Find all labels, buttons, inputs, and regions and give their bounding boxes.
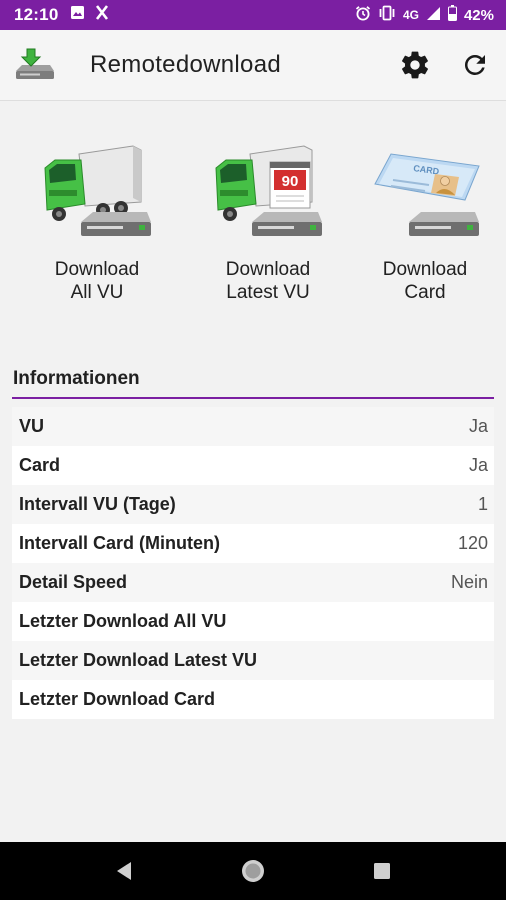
truck-calendar-download-icon: 90 xyxy=(215,145,322,236)
signal-icon xyxy=(426,6,441,25)
info-label: Letzter Download Card xyxy=(19,689,216,709)
status-bar: 12:10 4G 42% xyxy=(0,0,506,30)
settings-icon[interactable] xyxy=(398,48,432,82)
card-download-icon: CARD xyxy=(374,153,480,236)
info-row-vu: VU Ja xyxy=(12,407,494,446)
battery-icon xyxy=(447,5,457,25)
network-type: 4G xyxy=(402,8,419,22)
recents-icon[interactable] xyxy=(362,851,402,891)
info-row-detail-speed: Detail Speed Nein xyxy=(12,563,494,602)
info-label: Letzter Download Latest VU xyxy=(19,650,258,670)
status-time: 12:10 xyxy=(14,5,59,24)
calendar-badge: 90 xyxy=(282,173,299,190)
info-label: Intervall Card (Minuten) xyxy=(19,533,221,553)
app-logo-icon xyxy=(12,45,56,85)
info-divider xyxy=(12,397,494,399)
download-card-button[interactable]: CARD Download Card xyxy=(350,140,500,304)
info-row-card: Card Ja xyxy=(12,446,494,485)
tile-label-line1: Download xyxy=(382,259,468,280)
info-value: Ja xyxy=(468,416,488,436)
x-icon xyxy=(95,5,109,25)
info-label: Detail Speed xyxy=(19,572,128,592)
battery-percent: 42% xyxy=(463,6,494,24)
tile-label-line1: Download xyxy=(225,259,311,280)
truck-download-icon xyxy=(44,145,151,236)
info-row-last-card: Letzter Download Card xyxy=(12,680,494,719)
info-label: Intervall VU (Tage) xyxy=(19,494,176,514)
info-row-last-all-vu: Letzter Download All VU xyxy=(12,602,494,641)
info-value: 1 xyxy=(477,494,488,514)
tile-label-line1: Download xyxy=(54,259,140,280)
info-row-last-latest-vu: Letzter Download Latest VU xyxy=(12,641,494,680)
tile-label-line2: All VU xyxy=(70,282,124,303)
info-label: VU xyxy=(19,416,45,436)
info-value: 120 xyxy=(457,533,488,553)
tile-label: Download All VU xyxy=(22,258,172,304)
info-value: Ja xyxy=(468,455,488,475)
app-bar: Remotedownload xyxy=(0,30,506,101)
alarm-icon xyxy=(355,5,371,25)
info-row-intervall-card: Intervall Card (Minuten) 120 xyxy=(12,524,494,563)
tile-label-line2: Latest VU xyxy=(226,282,310,303)
tile-label-line2: Card xyxy=(404,282,446,303)
tile-label: Download Latest VU xyxy=(193,258,343,304)
info-list: VU Ja Card Ja Intervall VU (Tage) 1 Inte… xyxy=(12,407,494,719)
download-all-vu-button[interactable]: Download All VU xyxy=(22,140,172,304)
tile-label: Download Card xyxy=(350,258,500,304)
download-latest-vu-button[interactable]: 90 Download Latest VU xyxy=(193,140,343,304)
info-value: Nein xyxy=(450,572,488,592)
vibrate-icon xyxy=(378,5,396,25)
refresh-icon[interactable] xyxy=(458,48,492,82)
back-icon[interactable] xyxy=(104,851,144,891)
info-section-title: Informationen xyxy=(13,368,140,389)
home-icon[interactable] xyxy=(233,851,273,891)
info-label: Letzter Download All VU xyxy=(19,611,227,631)
info-label: Card xyxy=(19,455,61,475)
image-icon xyxy=(70,5,85,25)
info-row-intervall-vu: Intervall VU (Tage) 1 xyxy=(12,485,494,524)
system-nav-bar xyxy=(0,842,506,900)
app-title: Remotedownload xyxy=(90,51,281,78)
download-tiles: Download All VU 90 Download Latest VU CA… xyxy=(0,140,506,320)
